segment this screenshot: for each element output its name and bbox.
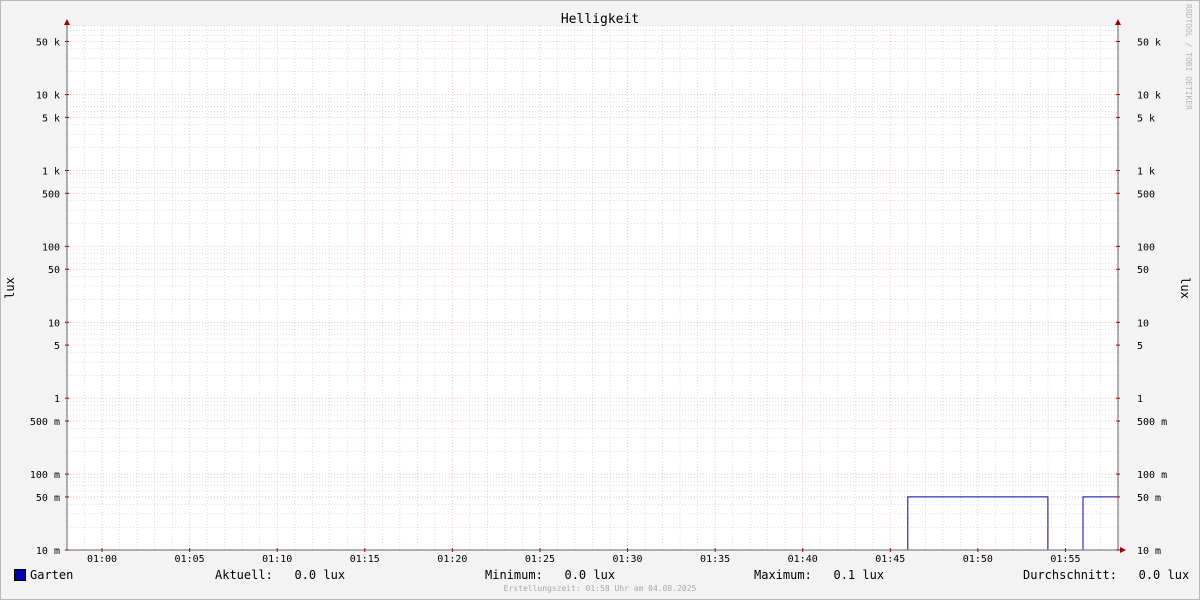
x-tick-label: 01:25 xyxy=(525,554,555,565)
y-tick-label-left: 10 xyxy=(48,318,60,329)
y-tick-label-left: 100 m xyxy=(30,470,60,481)
brightness-chart: Helligkeit lux lux 50 k10 k5 k1 k5001005… xyxy=(3,12,1192,565)
x-tick-label: 01:20 xyxy=(437,554,467,565)
y-tick-label-right: 500 xyxy=(1137,189,1155,200)
y-tick-label-right: 100 m xyxy=(1137,470,1167,481)
x-tick-label: 01:30 xyxy=(612,554,642,565)
y-tick-label-right: 5 xyxy=(1137,341,1143,352)
legend-average: Durchschnitt: 0.0 lux xyxy=(1023,568,1190,582)
y-tick-label-right: 10 xyxy=(1137,318,1149,329)
y-axis-arrow-left xyxy=(64,19,70,25)
y-tick-label-right: 500 m xyxy=(1137,417,1167,428)
y-ticks-right: 50 k 10 k 5 k 1 k 500 100 50 10 5 1 500 m 100 m 50 m… xyxy=(1116,37,1167,557)
chart-title: Helligkeit xyxy=(561,12,639,27)
y-tick-label-right: 5 k xyxy=(1137,113,1155,124)
y-axis-arrow-right xyxy=(1115,19,1121,25)
y-tick-label-left: 50 m xyxy=(36,493,60,504)
y-tick-label-left: 1 k xyxy=(42,166,60,177)
y-tick-label-left: 5 xyxy=(54,341,60,352)
y-tick-label-left: 500 m xyxy=(30,417,60,428)
x-tick-label: 01:45 xyxy=(875,554,905,565)
footer-timestamp: Erstellungszeit: 01:58 Uhr am 04.08.2025 xyxy=(503,584,697,593)
x-ticks: 01:00 01:05 01:10 01:15 01:20 01:25 01:30 01:35… xyxy=(87,548,1081,565)
legend-current: Aktuell: 0.0 lux xyxy=(215,568,346,582)
x-axis-arrow xyxy=(1120,547,1126,553)
y-axis-label-right: lux xyxy=(1178,277,1192,299)
y-axis-label-left: lux xyxy=(3,277,17,299)
y-tick-label-left: 50 xyxy=(48,265,60,276)
rrdtool-watermark: RRDTOOL / TOBI OETIKER xyxy=(1184,4,1193,110)
y-tick-label-left: 500 xyxy=(42,189,60,200)
y-tick-label-right: 50 xyxy=(1137,265,1149,276)
y-tick-label-right: 10 k xyxy=(1137,91,1161,102)
y-tick-label-left: 50 k xyxy=(36,37,60,48)
y-tick-label-left: 100 xyxy=(42,242,60,253)
x-tick-label: 01:40 xyxy=(788,554,818,565)
y-tick-label-left: 10 k xyxy=(36,91,60,102)
y-ticks-left: 50 k 10 k 5 k 1 k 500 100 50 10 5 1 500 m 100 m 50 m… xyxy=(30,37,69,557)
x-tick-label: 01:50 xyxy=(963,554,993,565)
y-tick-label-left: 10 m xyxy=(36,546,60,557)
x-tick-label: 01:05 xyxy=(175,554,205,565)
x-tick-label: 01:15 xyxy=(350,554,380,565)
y-tick-label-right: 50 k xyxy=(1137,37,1161,48)
x-tick-label: 01:00 xyxy=(87,554,117,565)
x-tick-label: 01:35 xyxy=(700,554,730,565)
y-tick-label-right: 1 xyxy=(1137,394,1143,405)
y-tick-label-right: 50 m xyxy=(1137,493,1161,504)
y-tick-label-right: 1 k xyxy=(1137,166,1155,177)
x-tick-label: 01:10 xyxy=(262,554,292,565)
y-tick-label-right: 10 m xyxy=(1137,546,1161,557)
y-tick-label-left: 1 xyxy=(54,394,60,405)
legend-swatch-garten xyxy=(14,569,26,581)
x-tick-label: 01:55 xyxy=(1050,554,1080,565)
legend-series-name: Garten xyxy=(30,568,74,582)
y-tick-label-right: 100 xyxy=(1137,242,1155,253)
legend-minimum: Minimum: 0.0 lux xyxy=(485,568,616,582)
legend-maximum: Maximum: 0.1 lux xyxy=(754,568,885,582)
y-tick-label-left: 5 k xyxy=(42,113,60,124)
